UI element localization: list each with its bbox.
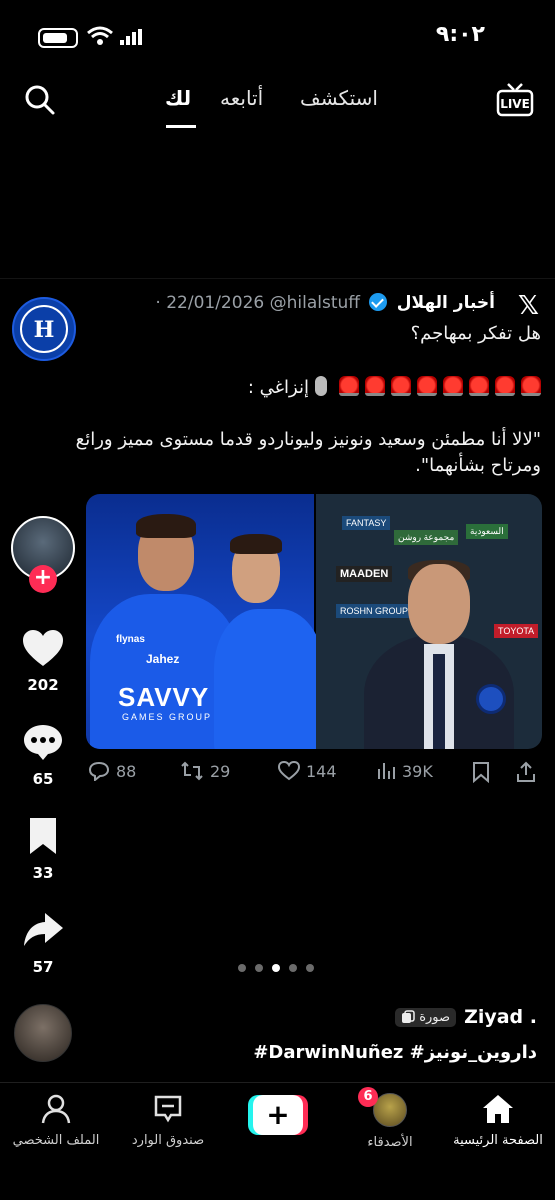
comment-count: 65 [32, 770, 54, 788]
live-icon[interactable]: LIVE [496, 82, 534, 118]
tab-explore[interactable]: استكشف [300, 86, 378, 110]
follow-plus-icon[interactable]: + [29, 565, 57, 593]
save-button[interactable]: 33 [0, 816, 86, 882]
verified-icon [369, 293, 388, 311]
nav-home[interactable]: الصفحة الرئيسية [452, 1093, 544, 1148]
home-icon [483, 1095, 513, 1123]
siren-icon [391, 376, 411, 396]
media-players-image: flynas Jahez SAVVY GAMES GROUP [86, 494, 324, 749]
active-tab-indicator [166, 125, 196, 128]
nav-inbox[interactable]: صندوق الوارد [128, 1093, 208, 1148]
tweet-quote-attribution: إنزاغي : [247, 377, 309, 398]
like-count: 144 [306, 761, 337, 781]
reply-action[interactable]: 88 [88, 761, 136, 781]
siren-icon [365, 376, 385, 396]
bookmark-outline-icon [473, 762, 489, 783]
siren-icon [417, 376, 437, 396]
bookmark-icon [30, 818, 56, 854]
wifi-icon [87, 26, 113, 45]
share-arrow-icon [24, 913, 63, 946]
svg-text:LIVE: LIVE [500, 97, 530, 111]
photo-icon [402, 1010, 415, 1023]
carousel-dot-active[interactable] [272, 964, 280, 972]
tweet-text-line3: "لالا أنا مطمئن وسعيد ونونيز وليوناردو ق… [75, 429, 541, 476]
carousel-indicator [238, 964, 314, 972]
microphone-icon [476, 684, 506, 714]
siren-icon [469, 376, 489, 396]
caption-hashtags[interactable]: #DarwinNuñez #داروين_نونيز [253, 1042, 537, 1063]
tweet-header: · 22/01/2026 @hilalstuff أخبار الهلال [155, 293, 495, 313]
retweet-count: 29 [210, 761, 231, 781]
caption-avatar[interactable] [14, 1004, 72, 1062]
carousel-dot[interactable] [255, 964, 263, 972]
caption-user-row: صورة Ziyad . [395, 1006, 537, 1028]
status-bar: ٩:٠٢ [0, 0, 555, 60]
heart-icon [23, 630, 63, 666]
tweet-card[interactable]: H · 22/01/2026 @hilalstuff أخبار الهلال … [0, 278, 555, 798]
photo-badge: صورة [395, 1007, 457, 1027]
sleeve-brand: flynas [116, 634, 145, 645]
tab-following[interactable]: أتابعه [220, 86, 263, 110]
share-tweet-action[interactable] [516, 761, 536, 783]
share-upload-icon [517, 761, 535, 782]
carousel-dot[interactable] [238, 964, 246, 972]
bookmark-action[interactable] [472, 761, 490, 783]
bottom-nav: الصفحة الرئيسية الأصدقاء 6 + صندوق الوار… [0, 1082, 555, 1200]
top-nav: لك أتابعه استكشف LIVE [0, 70, 555, 130]
heart-outline-icon [278, 761, 300, 781]
siren-icon [339, 376, 359, 396]
plus-icon: + [253, 1095, 303, 1135]
views-action[interactable]: 39K [376, 761, 433, 781]
tweet-date: · 22/01/2026 [155, 293, 265, 313]
microphone-icon [315, 376, 327, 396]
media-coach-image: FANTASY مجموعة روشن السعودية MAADEN ROSH… [316, 494, 542, 749]
nav-profile[interactable]: الملف الشخصي [12, 1093, 100, 1148]
shirt-sponsor: SAVVY [118, 682, 210, 712]
views-icon [378, 763, 395, 779]
tweet-actions: 88 29 144 39K [86, 761, 546, 789]
friend-avatar [373, 1093, 407, 1127]
share-count: 57 [32, 958, 54, 976]
save-count: 33 [32, 864, 54, 882]
retweet-icon [181, 761, 203, 781]
tweet-text-line1: هل تفكر بمهاجم؟ [410, 323, 541, 344]
siren-icon [495, 376, 515, 396]
caption-username[interactable]: Ziyad . [464, 1006, 537, 1028]
x-logo-icon: 𝕏 [518, 291, 539, 321]
create-button[interactable]: + [248, 1095, 308, 1135]
tweet-media[interactable]: flynas Jahez SAVVY GAMES GROUP FANTASY م… [86, 494, 542, 749]
chest-brand: Jahez [146, 652, 180, 666]
like-action[interactable]: 144 [278, 761, 337, 781]
tweet-author-avatar[interactable]: H [12, 297, 76, 361]
siren-icon [443, 376, 463, 396]
search-icon[interactable] [24, 84, 56, 116]
reply-count: 88 [116, 761, 137, 781]
like-count: 202 [27, 676, 59, 694]
siren-icon [521, 376, 541, 396]
shirt-sponsor-sub: GAMES GROUP [122, 712, 213, 722]
tweet-handle[interactable]: @hilalstuff [270, 293, 360, 313]
friends-notification-badge: 6 [358, 1087, 378, 1107]
inbox-icon [154, 1095, 182, 1123]
views-count: 39K [402, 761, 433, 781]
carousel-dot[interactable] [306, 964, 314, 972]
share-button[interactable]: 57 [0, 910, 86, 976]
comment-button[interactable]: 65 [0, 722, 86, 788]
comment-icon [24, 725, 62, 760]
battery-icon [38, 28, 78, 48]
like-button[interactable]: 202 [0, 628, 86, 694]
tab-for-you[interactable]: لك [165, 86, 191, 110]
reply-icon [88, 761, 110, 781]
tweet-author-name[interactable]: أخبار الهلال [397, 293, 495, 313]
signal-icon [120, 29, 142, 45]
retweet-action[interactable]: 29 [180, 761, 230, 781]
carousel-dot[interactable] [289, 964, 297, 972]
tweet-text-line2: إنزاغي : [71, 375, 541, 401]
status-time: ٩:٠٢ [435, 22, 485, 47]
profile-icon [41, 1094, 71, 1124]
